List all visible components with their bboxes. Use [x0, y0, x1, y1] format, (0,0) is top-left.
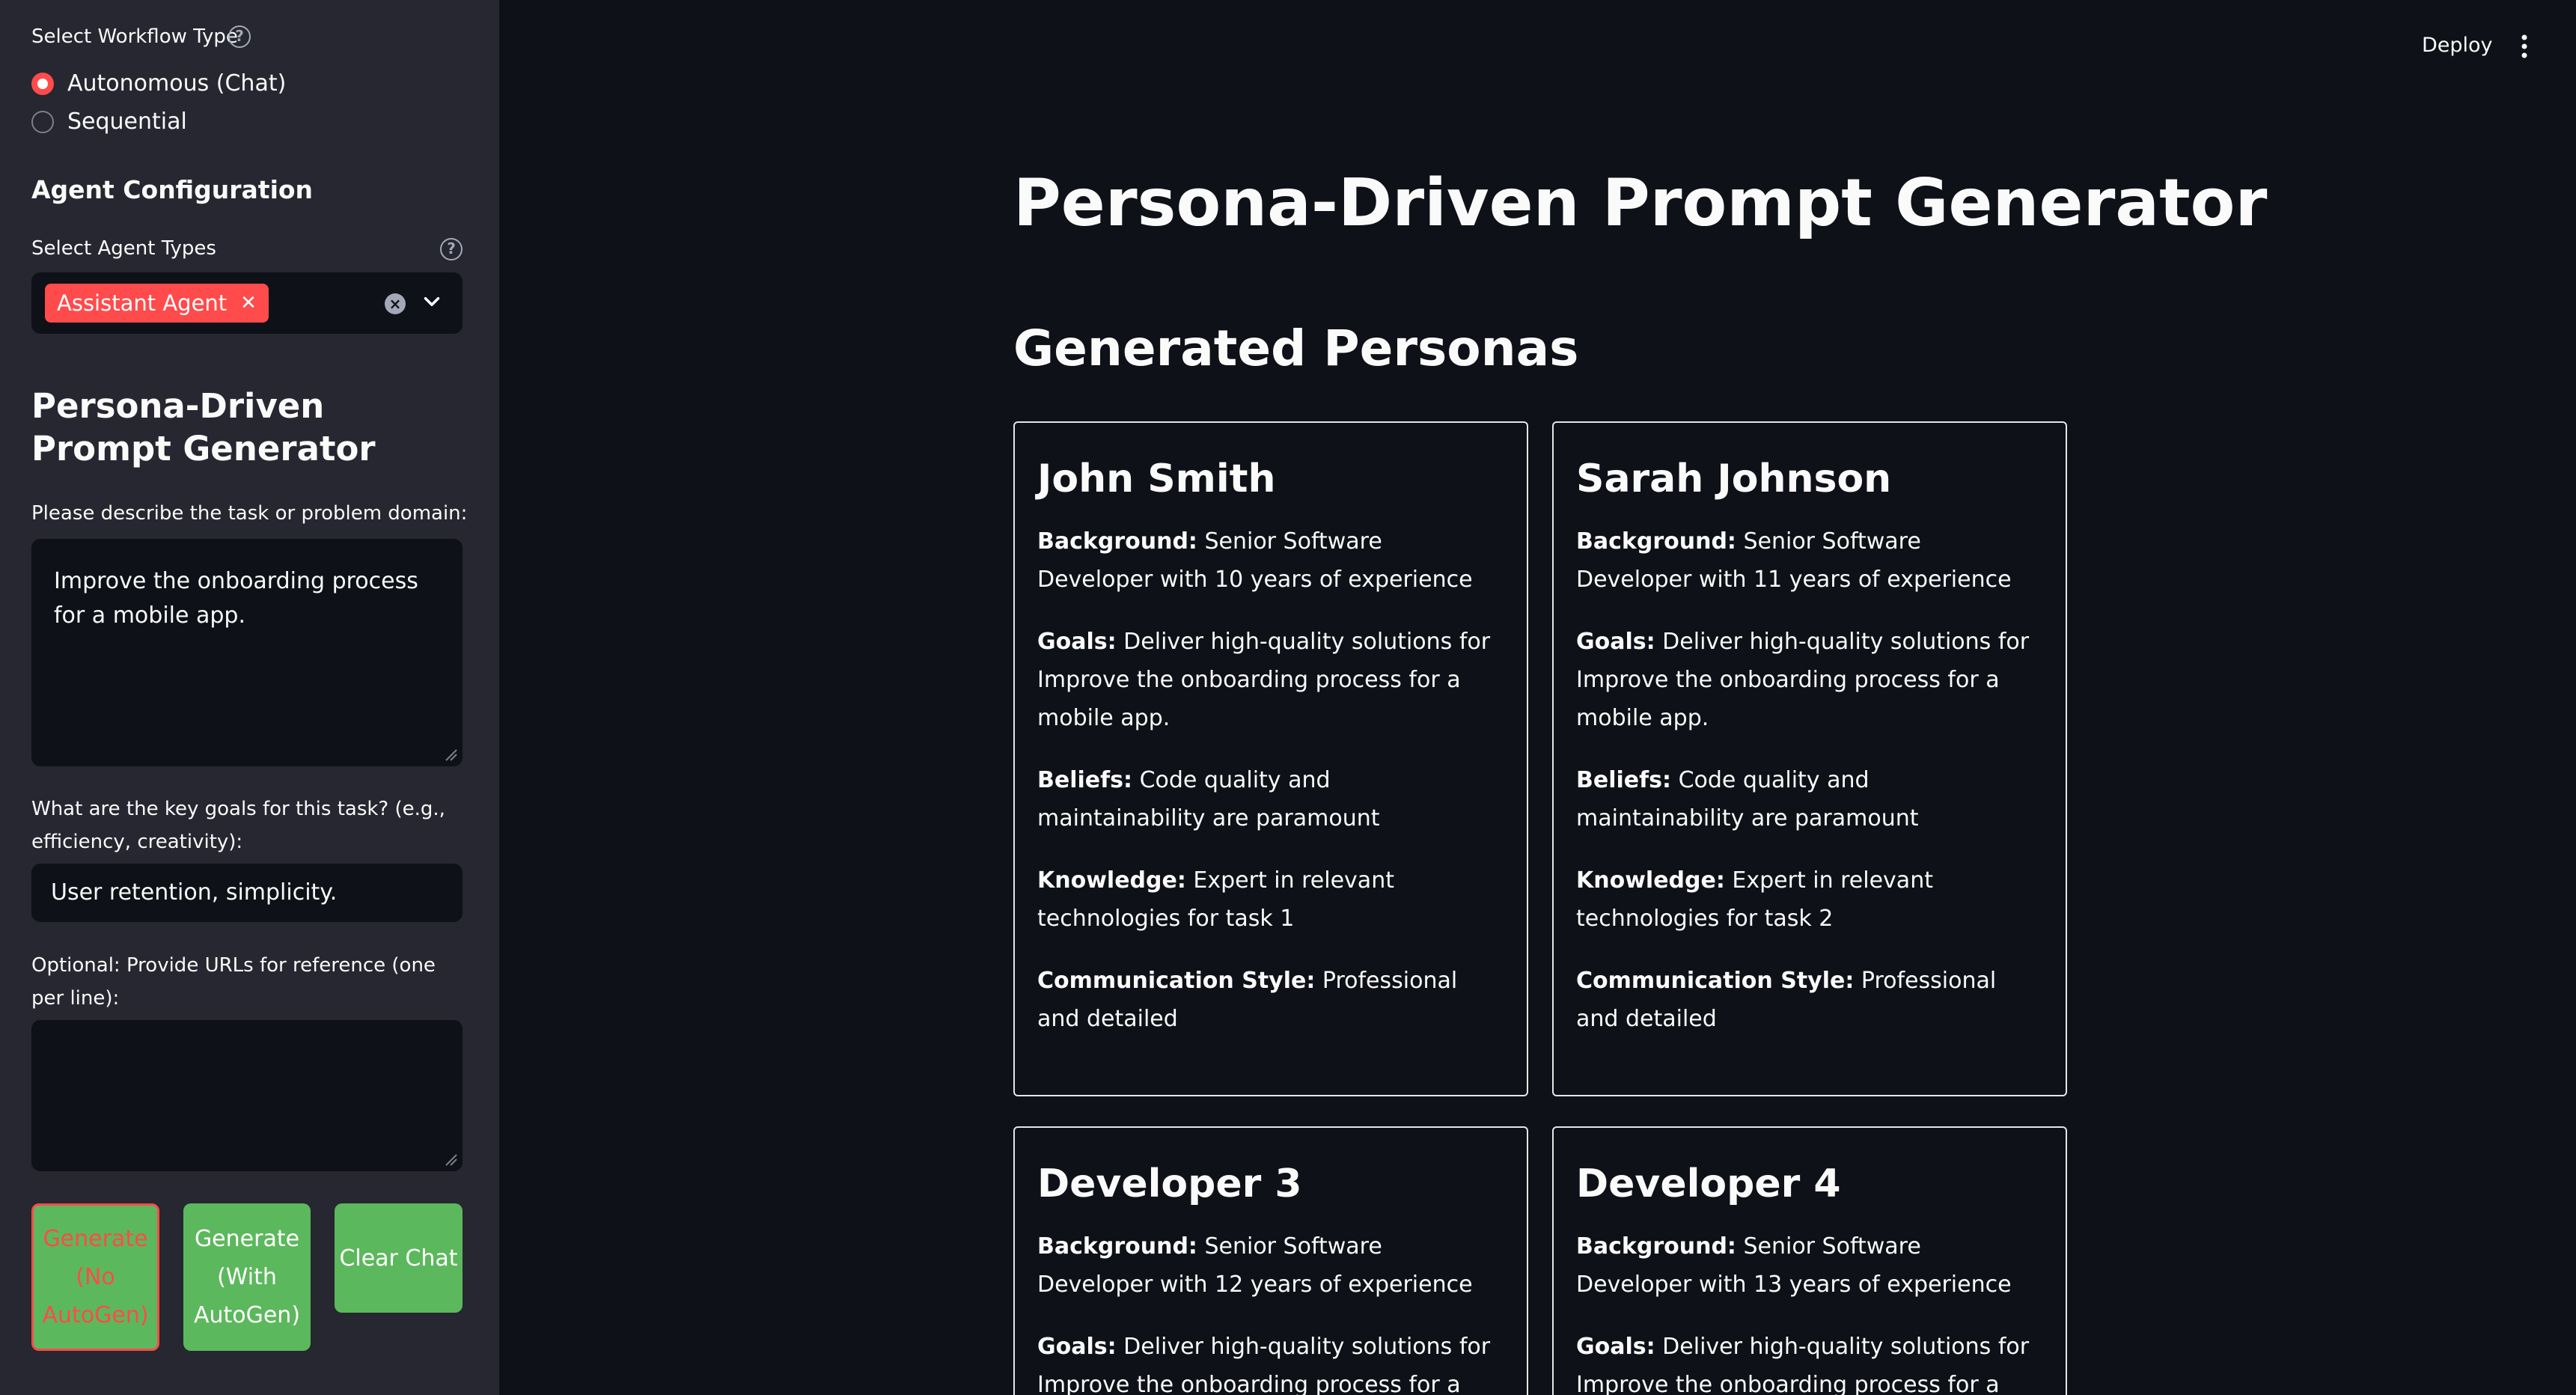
radio-sequential[interactable]: Sequential — [31, 109, 187, 135]
persona-name: Developer 4 — [1576, 1162, 1841, 1206]
radio-label-sequential: Sequential — [67, 109, 187, 135]
radio-selected-icon — [31, 72, 54, 95]
persona-name: Sarah Johnson — [1576, 457, 1892, 501]
chevron-down-icon[interactable] — [419, 289, 445, 314]
persona-background: Background: Senior Software Developer wi… — [1037, 1227, 1504, 1304]
task-text: Improve the onboarding process for a mob… — [54, 568, 418, 629]
clear-chat-button[interactable]: Clear Chat — [335, 1203, 463, 1313]
persona-goals: Goals: Deliver high-quality solutions fo… — [1576, 1328, 2043, 1395]
persona-name: John Smith — [1037, 457, 1276, 501]
sidebar-section-heading: Persona-Driven Prompt Generator — [31, 386, 376, 468]
field-label: Background: — [1037, 1233, 1197, 1260]
selected-tag-assistant-agent[interactable]: Assistant Agent ✕ — [45, 284, 269, 323]
persona-knowledge: Knowledge: Expert in relevant technologi… — [1576, 861, 2043, 938]
persona-communication: Communication Style: Professional and de… — [1576, 962, 2043, 1038]
button-label: Clear Chat — [339, 1245, 458, 1272]
generate-no-autogen-button[interactable]: Generate (No AutoGen) — [31, 1203, 159, 1351]
field-label: Beliefs: — [1037, 767, 1133, 793]
urls-textarea[interactable] — [31, 1020, 463, 1171]
page-title: Persona-Driven Prompt Generator — [1013, 165, 2268, 241]
sidebar: Select Workflow Type ? Autonomous (Chat)… — [0, 0, 499, 1395]
radio-autonomous[interactable]: Autonomous (Chat) — [31, 70, 286, 97]
field-label: Communication Style: — [1037, 968, 1316, 994]
generate-with-autogen-button[interactable]: Generate (With AutoGen) — [183, 1203, 311, 1351]
field-label: Communication Style: — [1576, 968, 1855, 994]
button-label: Generate (No AutoGen) — [42, 1226, 149, 1328]
radio-label-autonomous: Autonomous (Chat) — [67, 70, 287, 97]
persona-background: Background: Senior Software Developer wi… — [1576, 522, 2043, 599]
persona-goals: Goals: Deliver high-quality solutions fo… — [1037, 623, 1504, 737]
remove-tag-icon[interactable]: ✕ — [240, 292, 257, 314]
clear-selection-icon[interactable]: × — [385, 293, 406, 314]
more-menu-icon[interactable] — [2520, 33, 2529, 60]
section-title: Generated Personas — [1013, 320, 1579, 377]
goals-text: User retention, simplicity. — [51, 879, 338, 906]
field-label: Knowledge: — [1576, 867, 1725, 894]
persona-beliefs: Beliefs: Code quality and maintainabilit… — [1037, 761, 1504, 837]
persona-card: John Smith Background: Senior Software D… — [1013, 421, 1528, 1096]
task-textarea[interactable]: Improve the onboarding process for a mob… — [31, 539, 463, 766]
agent-types-label: Select Agent Types — [31, 237, 216, 260]
field-label: Goals: — [1576, 1334, 1655, 1360]
workflow-type-label: Select Workflow Type — [31, 25, 238, 48]
persona-background: Background: Senior Software Developer wi… — [1576, 1227, 2043, 1304]
resize-handle-icon[interactable] — [443, 747, 458, 762]
field-label: Goals: — [1037, 629, 1117, 655]
field-label: Goals: — [1576, 629, 1655, 655]
agent-types-multiselect[interactable]: Assistant Agent ✕ × — [31, 272, 463, 334]
persona-card: Sarah Johnson Background: Senior Softwar… — [1552, 421, 2067, 1096]
persona-beliefs: Beliefs: Code quality and maintainabilit… — [1576, 761, 2043, 837]
help-icon[interactable]: ? — [228, 25, 251, 48]
persona-goals: Goals: Deliver high-quality solutions fo… — [1576, 623, 2043, 737]
field-label: Knowledge: — [1037, 867, 1186, 894]
field-label: Goals: — [1037, 1334, 1117, 1360]
field-label: Background: — [1576, 1233, 1736, 1260]
field-label: Beliefs: — [1576, 767, 1672, 793]
persona-name: Developer 3 — [1037, 1162, 1302, 1206]
task-label: Please describe the task or problem doma… — [31, 502, 468, 525]
goals-input[interactable]: User retention, simplicity. — [31, 864, 463, 922]
resize-handle-icon[interactable] — [443, 1152, 458, 1167]
deploy-button[interactable]: Deploy — [2422, 34, 2493, 57]
goals-label: What are the key goals for this task? (e… — [31, 798, 445, 853]
persona-card: Developer 4 Background: Senior Software … — [1552, 1126, 2067, 1395]
button-label: Generate (With AutoGen) — [193, 1226, 301, 1328]
persona-card: Developer 3 Background: Senior Software … — [1013, 1126, 1528, 1395]
persona-background: Background: Senior Software Developer wi… — [1037, 522, 1504, 599]
urls-label: Optional: Provide URLs for reference (on… — [31, 954, 436, 1010]
persona-communication: Communication Style: Professional and de… — [1037, 962, 1504, 1038]
radio-unselected-icon — [31, 110, 54, 133]
agent-configuration-heading: Agent Configuration — [31, 175, 314, 204]
help-icon[interactable]: ? — [440, 238, 463, 260]
tag-label: Assistant Agent — [57, 290, 228, 316]
persona-goals: Goals: Deliver high-quality solutions fo… — [1037, 1328, 1504, 1395]
persona-knowledge: Knowledge: Expert in relevant technologi… — [1037, 861, 1504, 938]
field-label: Background: — [1576, 528, 1736, 555]
field-label: Background: — [1037, 528, 1197, 555]
